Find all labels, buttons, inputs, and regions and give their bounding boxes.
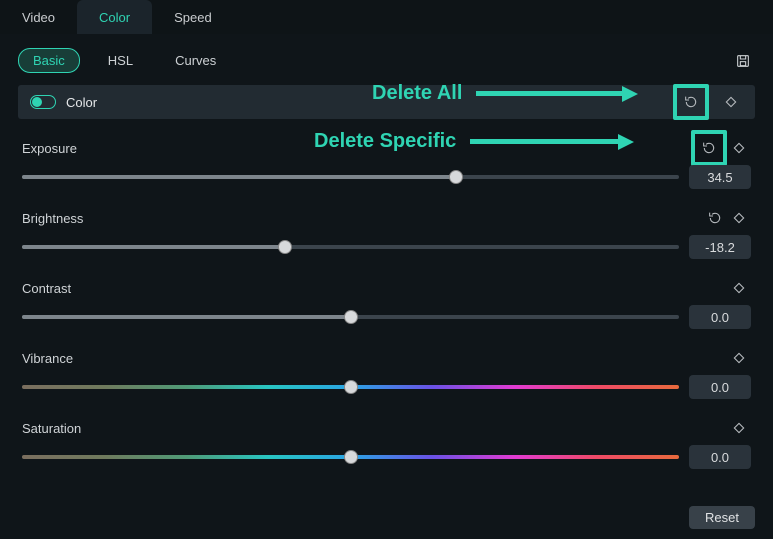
keyframe-saturation-button[interactable] <box>727 416 751 440</box>
section-color-row: Color <box>18 85 755 119</box>
color-toggle[interactable] <box>30 95 56 109</box>
reset-icon <box>701 140 717 156</box>
contrast-label: Contrast <box>22 281 71 296</box>
reset-exposure-button[interactable] <box>697 136 721 160</box>
keyframe-contrast-button[interactable] <box>727 276 751 300</box>
prop-brightness: Brightness -18.2 <box>18 207 755 259</box>
section-title: Color <box>66 95 97 110</box>
prop-vibrance: Vibrance 0.0 <box>18 347 755 399</box>
keyframe-brightness-button[interactable] <box>727 206 751 230</box>
exposure-value[interactable]: 34.5 <box>689 165 751 189</box>
prop-contrast: Contrast 0.0 <box>18 277 755 329</box>
contrast-value[interactable]: 0.0 <box>689 305 751 329</box>
save-icon <box>735 53 751 69</box>
diamond-icon <box>731 140 747 156</box>
keyframe-vibrance-button[interactable] <box>727 346 751 370</box>
reset-button[interactable]: Reset <box>689 506 755 529</box>
saturation-value[interactable]: 0.0 <box>689 445 751 469</box>
keyframe-exposure-button[interactable] <box>727 136 751 160</box>
diamond-icon <box>731 350 747 366</box>
diamond-icon <box>723 94 739 110</box>
contrast-thumb[interactable] <box>344 310 358 324</box>
exposure-slider[interactable] <box>22 175 679 179</box>
delete-specific-highlight <box>691 130 727 166</box>
sub-tab-bar: Basic HSL Curves <box>18 48 755 73</box>
brightness-value[interactable]: -18.2 <box>689 235 751 259</box>
diamond-icon <box>731 210 747 226</box>
vibrance-label: Vibrance <box>22 351 73 366</box>
brightness-label: Brightness <box>22 211 83 226</box>
prop-exposure: Exposure 34.5 <box>18 137 755 189</box>
vibrance-value[interactable]: 0.0 <box>689 375 751 399</box>
prop-saturation: Saturation 0.0 <box>18 417 755 469</box>
tab-speed[interactable]: Speed <box>152 0 234 34</box>
brightness-thumb[interactable] <box>278 240 292 254</box>
brightness-slider[interactable] <box>22 245 679 249</box>
save-preset-button[interactable] <box>731 49 755 73</box>
saturation-thumb[interactable] <box>344 450 358 464</box>
saturation-slider[interactable] <box>22 455 679 459</box>
diamond-icon <box>731 280 747 296</box>
reset-all-button[interactable] <box>679 90 703 114</box>
reset-icon <box>707 210 723 226</box>
subtab-basic[interactable]: Basic <box>18 48 80 73</box>
reset-brightness-button[interactable] <box>703 206 727 230</box>
diamond-icon <box>731 420 747 436</box>
saturation-label: Saturation <box>22 421 81 436</box>
tab-video[interactable]: Video <box>0 0 77 34</box>
subtab-hsl[interactable]: HSL <box>94 49 147 72</box>
exposure-thumb[interactable] <box>449 170 463 184</box>
vibrance-slider[interactable] <box>22 385 679 389</box>
keyframe-all-button[interactable] <box>719 90 743 114</box>
contrast-slider[interactable] <box>22 315 679 319</box>
subtab-curves[interactable]: Curves <box>161 49 230 72</box>
delete-all-highlight <box>673 84 709 120</box>
tab-color[interactable]: Color <box>77 0 152 34</box>
exposure-label: Exposure <box>22 141 77 156</box>
top-tab-bar: Video Color Speed <box>0 0 773 34</box>
vibrance-thumb[interactable] <box>344 380 358 394</box>
reset-icon <box>683 94 699 110</box>
